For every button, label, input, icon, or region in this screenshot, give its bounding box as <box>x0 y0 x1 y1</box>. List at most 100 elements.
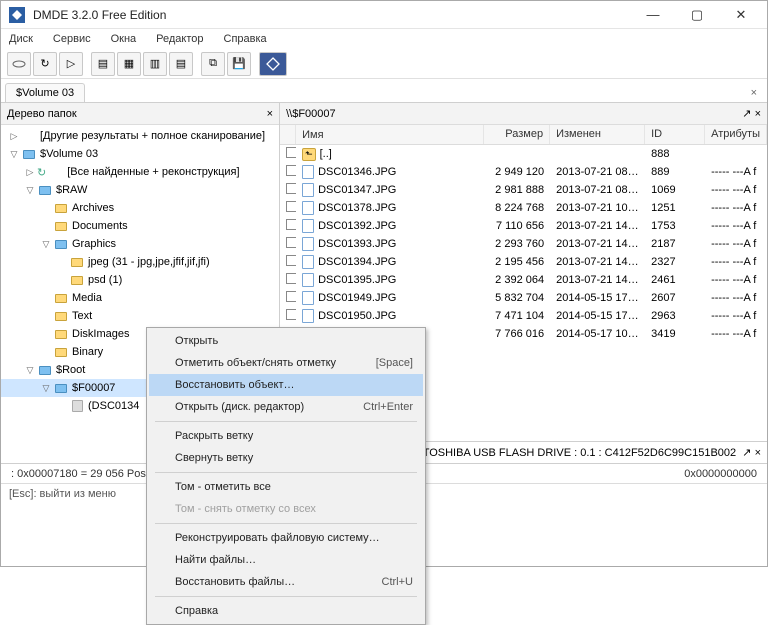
expand-icon[interactable]: ▽ <box>39 239 53 250</box>
tool-play-icon[interactable]: ▷ <box>59 52 83 76</box>
expand-icon[interactable]: ▽ <box>23 365 37 376</box>
file-row[interactable]: ⬑[..]888 <box>280 145 767 163</box>
row-checkbox[interactable] <box>286 147 296 158</box>
minimize-button[interactable]: — <box>631 3 675 27</box>
menu-редактор[interactable]: Редактор <box>152 31 207 47</box>
col-attr[interactable]: Атрибуты <box>705 125 767 144</box>
tree-label: Text <box>72 310 92 322</box>
tree-label: Archives <box>72 202 114 214</box>
row-checkbox[interactable] <box>286 201 296 212</box>
row-checkbox[interactable] <box>286 255 296 266</box>
col-name[interactable]: Имя <box>296 125 484 144</box>
tree-close-icon[interactable]: × <box>267 108 273 120</box>
menu-сервис[interactable]: Сервис <box>49 31 95 47</box>
tool-view2-icon[interactable]: ▦ <box>117 52 141 76</box>
tool-view4-icon[interactable]: ▤ <box>169 52 193 76</box>
cell-id: 2607 <box>645 292 705 304</box>
tool-save-icon[interactable]: 💾 <box>227 52 251 76</box>
menu-item[interactable]: Свернуть ветку <box>149 447 423 469</box>
expand-icon[interactable]: ▷ <box>7 131 21 142</box>
tree-node[interactable]: ▷↻[Все найденные + реконструкция] <box>1 163 279 181</box>
expand-icon[interactable]: ▷ <box>23 167 37 178</box>
file-name: DSC01346.JPG <box>318 166 396 178</box>
device-close-icon[interactable]: × <box>755 447 761 459</box>
menu-item[interactable]: Справка <box>149 600 423 622</box>
folder-icon <box>37 363 53 377</box>
menu-item[interactable]: Восстановить объект… <box>149 374 423 396</box>
tool-view1-icon[interactable]: ▤ <box>91 52 115 76</box>
tool-view3-icon[interactable]: ▥ <box>143 52 167 76</box>
file-row[interactable]: DSC01395.JPG2 392 0642013-07-21 14:…2461… <box>280 271 767 289</box>
tree-node[interactable]: ▽$RAW <box>1 181 279 199</box>
file-row[interactable]: DSC01378.JPG8 224 7682013-07-21 10:…1251… <box>280 199 767 217</box>
maximize-button[interactable]: ▢ <box>675 3 719 27</box>
cell-id: 1251 <box>645 202 705 214</box>
tree-header: Дерево папок × <box>1 103 279 125</box>
tree-label: $Root <box>56 364 85 376</box>
device-max-icon[interactable]: ↗ <box>742 447 751 459</box>
tree-node[interactable]: Archives <box>1 199 279 217</box>
file-icon <box>302 165 314 179</box>
tree-label: psd (1) <box>88 274 122 286</box>
tab-close-icon[interactable]: × <box>745 84 763 102</box>
file-name: DSC01394.JPG <box>318 256 396 268</box>
file-row[interactable]: DSC01393.JPG2 293 7602013-07-21 14:…2187… <box>280 235 767 253</box>
col-size[interactable]: Размер <box>484 125 550 144</box>
menu-справка[interactable]: Справка <box>220 31 271 47</box>
column-headers[interactable]: Имя Размер Изменен ID Атрибуты <box>280 125 767 145</box>
tree-node[interactable]: ▽$Volume 03 <box>1 145 279 163</box>
file-name: [..] <box>320 148 332 160</box>
row-checkbox[interactable] <box>286 165 296 176</box>
menu-separator <box>155 472 417 473</box>
menu-item[interactable]: Открыть (диск. редактор)Ctrl+Enter <box>149 396 423 418</box>
tab-volume[interactable]: $Volume 03 <box>5 83 85 102</box>
menu-окна[interactable]: Окна <box>107 31 141 47</box>
row-checkbox[interactable] <box>286 273 296 284</box>
tool-disk-icon[interactable] <box>7 52 31 76</box>
row-checkbox[interactable] <box>286 237 296 248</box>
folder-icon <box>53 327 69 341</box>
file-name: DSC01393.JPG <box>318 238 396 250</box>
tree-node[interactable]: ▽Graphics <box>1 235 279 253</box>
expand-icon[interactable]: ▽ <box>7 149 21 160</box>
menu-item[interactable]: Найти файлы… <box>149 549 423 571</box>
tree-node[interactable]: ▷[Другие результаты + полное сканировани… <box>1 127 279 145</box>
tool-copy-icon[interactable]: ⧉ <box>201 52 225 76</box>
tree-node[interactable]: Text <box>1 307 279 325</box>
file-row[interactable]: DSC01394.JPG2 195 4562013-07-21 14:…2327… <box>280 253 767 271</box>
menu-item[interactable]: Реконструировать файловую систему… <box>149 527 423 549</box>
row-checkbox[interactable] <box>286 183 296 194</box>
context-menu[interactable]: ОткрытьОтметить объект/снять отметку[Spa… <box>146 327 426 625</box>
list-close-icon[interactable]: × <box>755 108 761 120</box>
row-checkbox[interactable] <box>286 309 296 320</box>
app-icon <box>9 7 25 23</box>
row-checkbox[interactable] <box>286 219 296 230</box>
tool-logo-icon[interactable] <box>259 52 287 76</box>
close-button[interactable]: ✕ <box>719 3 763 27</box>
cell-size: 2 195 456 <box>484 256 550 268</box>
tool-refresh-icon[interactable]: ↻ <box>33 52 57 76</box>
menu-item[interactable]: Раскрыть ветку <box>149 425 423 447</box>
file-row[interactable]: DSC01347.JPG2 981 8882013-07-21 08:…1069… <box>280 181 767 199</box>
file-row[interactable]: DSC01949.JPG5 832 7042014-05-15 17:…2607… <box>280 289 767 307</box>
menu-item[interactable]: Отметить объект/снять отметку[Space] <box>149 352 423 374</box>
list-max-icon[interactable]: ↗ <box>742 108 751 120</box>
menu-item[interactable]: Открыть <box>149 330 423 352</box>
expand-icon[interactable]: ▽ <box>23 185 37 196</box>
menu-диск[interactable]: Диск <box>5 31 37 47</box>
file-row[interactable]: DSC01346.JPG2 949 1202013-07-21 08:…889-… <box>280 163 767 181</box>
tree-node[interactable]: Documents <box>1 217 279 235</box>
tree-node[interactable]: Media <box>1 289 279 307</box>
menu-item[interactable]: Том - отметить все <box>149 476 423 498</box>
menu-label: Восстановить файлы… <box>175 576 295 588</box>
tree-node[interactable]: psd (1) <box>1 271 279 289</box>
expand-icon[interactable]: ▽ <box>39 383 53 394</box>
file-row[interactable]: DSC01392.JPG7 110 6562013-07-21 14:…1753… <box>280 217 767 235</box>
tree-node[interactable]: jpeg (31 - jpg,jpe,jfif,jif,jfi) <box>1 253 279 271</box>
file-row[interactable]: DSC01950.JPG7 471 1042014-05-15 17:…2963… <box>280 307 767 325</box>
col-modified[interactable]: Изменен <box>550 125 645 144</box>
row-checkbox[interactable] <box>286 291 296 302</box>
cell-attr: ----- ---A f <box>705 292 765 304</box>
col-id[interactable]: ID <box>645 125 705 144</box>
menu-item[interactable]: Восстановить файлы…Ctrl+U <box>149 571 423 593</box>
